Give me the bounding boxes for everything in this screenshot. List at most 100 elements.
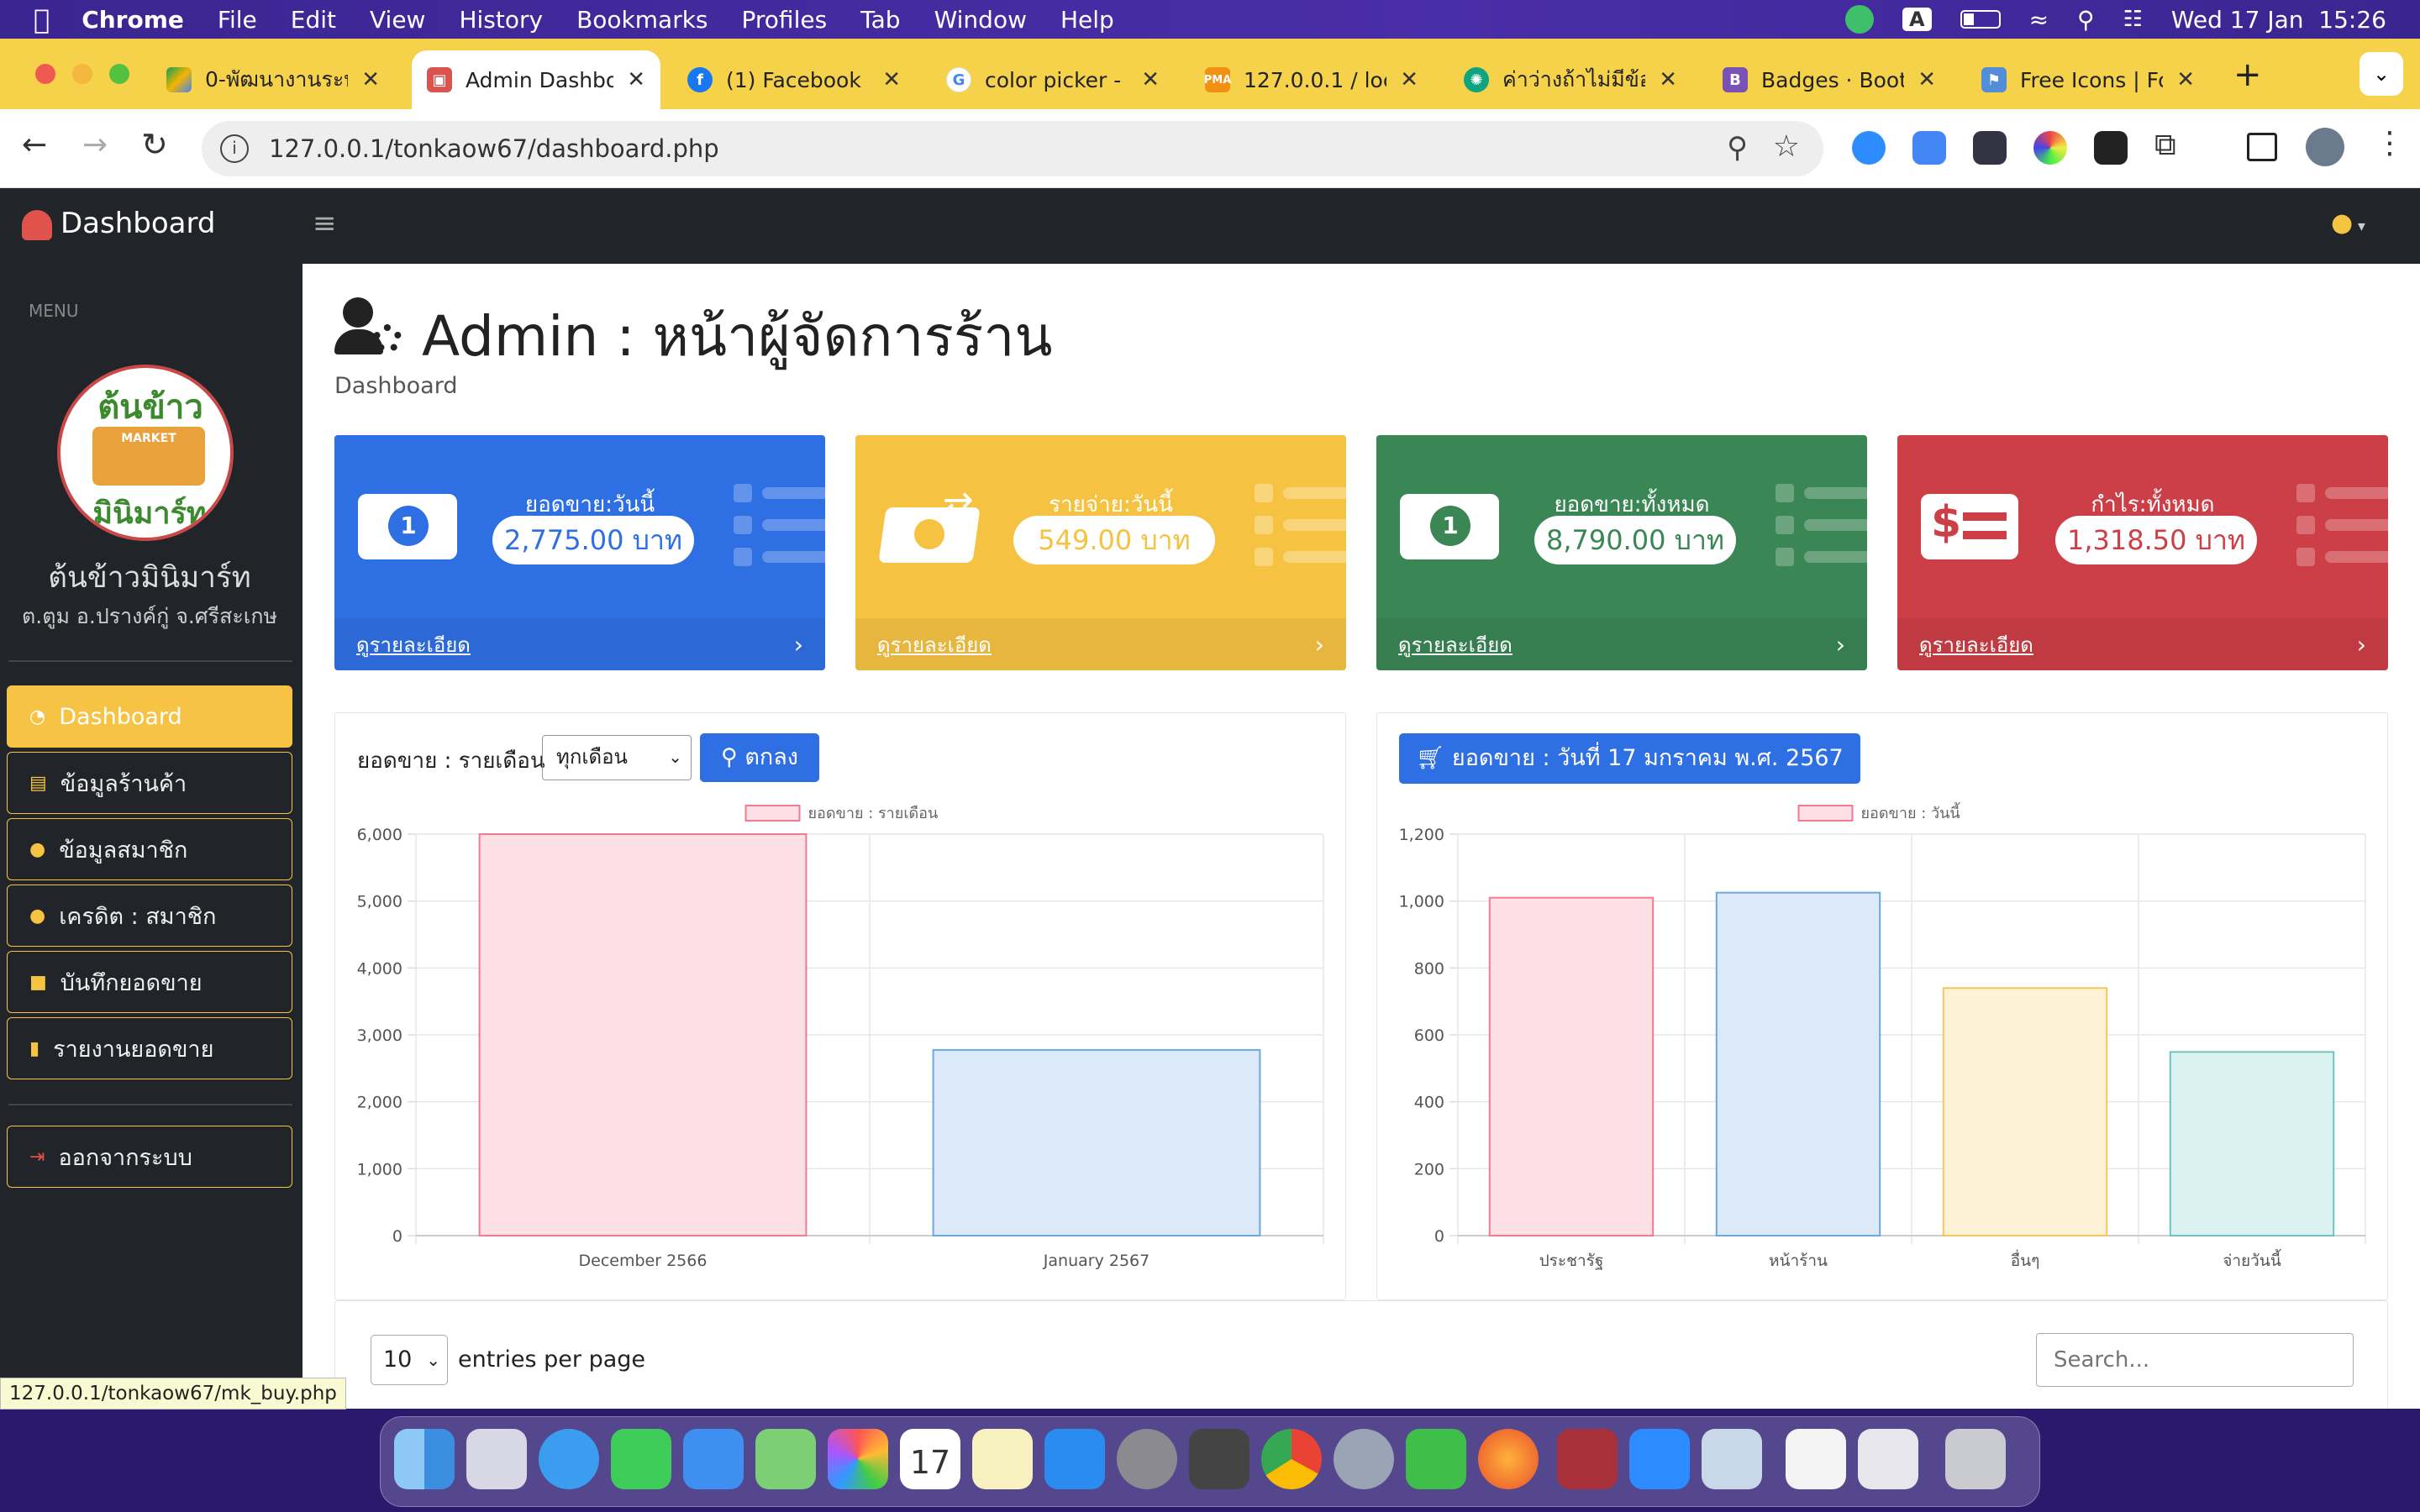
sidebar-item-sales-report[interactable]: ▮ รายงานยอดขาย [7,1017,292,1079]
control-center-icon[interactable]: ☷ [2123,7,2143,32]
sidebar-item-member-credit[interactable]: ● เครดิต : สมาชิก [7,885,292,947]
notes-icon[interactable] [972,1429,1033,1489]
sidebar-item-members[interactable]: ● ข้อมูลสมาชิก [7,818,292,880]
apple-icon[interactable]:  [34,3,50,35]
downloads-stack-icon[interactable] [1858,1429,1918,1489]
close-tab-icon[interactable]: ✕ [1918,67,1936,92]
window-minimize-button[interactable] [72,64,92,84]
address-bar-url[interactable]: 127.0.0.1/tonkaow67/dashboard.php [269,134,719,163]
document-icon[interactable] [1786,1429,1846,1489]
menu-view[interactable]: View [370,6,425,34]
filter-submit-button[interactable]: ⚲ ตกลง [700,733,819,782]
brand-title[interactable]: Dashboard [60,207,215,240]
menu-edit[interactable]: Edit [291,6,336,34]
menu-profiles[interactable]: Profiles [742,6,828,34]
reload-icon[interactable]: ↻ [141,126,168,163]
profile-avatar[interactable] [2306,128,2344,166]
photos-icon[interactable] [828,1429,888,1489]
launchpad-icon[interactable] [466,1429,527,1489]
logout-button[interactable]: ⇥ ออกจากระบบ [7,1126,292,1188]
card-detail-link[interactable]: ดูรายละเอียด › [855,618,1346,670]
extension-icon[interactable] [1973,131,2007,165]
translate-extension-icon[interactable] [1912,131,1946,165]
table-search-input[interactable] [2036,1333,2354,1387]
box-extension-icon[interactable] [2094,131,2128,165]
extensions-puzzle-icon[interactable]: ⧉ [2154,128,2176,163]
sidebar-toggle-icon[interactable]: ≡ [313,207,337,240]
menubar-app-name[interactable]: Chrome [82,6,184,34]
preview-icon[interactable] [1702,1429,1762,1489]
color-picker-extension-icon[interactable] [2033,131,2067,165]
firefox-icon[interactable] [1478,1429,1539,1489]
menu-tab[interactable]: Tab [860,6,900,34]
close-tab-icon[interactable]: ✕ [627,67,645,92]
browser-tab[interactable]: 0-พัฒนางานระบ ✕ [151,50,395,109]
battery-icon[interactable] [1960,10,2001,29]
bookmark-star-icon[interactable]: ☆ [1773,129,1800,164]
new-tab-button[interactable]: + [2233,55,2262,94]
safari-icon[interactable] [539,1429,599,1489]
sidebar-heading: MENU [29,301,79,321]
chrome-menu-icon[interactable]: ⋮ [2375,126,2405,160]
window-close-button[interactable] [35,64,55,84]
close-tab-icon[interactable]: ✕ [361,67,380,92]
month-select[interactable]: ทุกเดือน ⌄ [542,735,692,780]
menu-history[interactable]: History [459,6,543,34]
finder-icon[interactable] [394,1429,455,1489]
browser-tab[interactable]: f (1) Facebook ✕ [672,50,916,109]
calendar-icon[interactable]: 17 [900,1429,960,1489]
line-app-icon[interactable] [1406,1429,1466,1489]
zoom-app-icon[interactable] [1629,1429,1690,1489]
sidebar-item-record-sales[interactable]: ■ บันทึกยอดขาย [7,951,292,1013]
zoom-extension-icon[interactable] [1852,131,1886,165]
dictionary-icon[interactable] [1557,1429,1618,1489]
input-source-badge[interactable]: A [1902,8,1932,31]
close-tab-icon[interactable]: ✕ [1659,67,1677,92]
user-menu-icon[interactable]: ● ▾ [2331,208,2365,238]
close-tab-icon[interactable]: ✕ [1141,67,1160,92]
browser-tab-active[interactable]: ▣ Admin Dashbo ✕ [412,50,660,109]
window-zoom-button[interactable] [109,64,129,84]
page-size-select[interactable]: 10 ⌄ [371,1335,448,1385]
address-bar[interactable]: i 127.0.0.1/tonkaow67/dashboard.php ⚲ ☆ [202,121,1823,176]
messages-icon[interactable] [611,1429,671,1489]
card-detail-link[interactable]: ดูรายละเอียด › [1897,618,2388,670]
app-store-icon[interactable] [1044,1429,1105,1489]
menu-file[interactable]: File [218,6,257,34]
sidebar-item-store-info[interactable]: ▤ ข้อมูลร้านค้า [7,752,292,814]
side-panel-icon[interactable] [2247,133,2277,161]
spotlight-search-icon[interactable]: ⚲ [2077,6,2095,34]
line-status-icon[interactable] [1844,5,1874,34]
close-tab-icon[interactable]: ✕ [1400,67,1418,92]
forward-icon[interactable]: → [82,128,108,162]
mail-icon[interactable] [683,1429,744,1489]
menu-bookmarks[interactable]: Bookmarks [576,6,708,34]
browser-tab[interactable]: PMA 127.0.0.1 / loca ✕ [1190,50,1434,109]
store-icon: ▤ [29,772,47,794]
daily-sales-chart: ยอดขาย : วันนี้ 0 200 400 600 800 1,000 1,200 ปร… [1399,802,2366,1270]
browser-tab[interactable]: G color picker - G ✕ [931,50,1175,109]
browser-tab[interactable]: B Badges · Boots ✕ [1707,50,1951,109]
system-preferences-icon[interactable] [1334,1429,1394,1489]
sidebar-item-dashboard[interactable]: ◔ Dashboard [7,685,292,748]
sublime-text-icon[interactable] [1189,1429,1249,1489]
close-tab-icon[interactable]: ✕ [2176,67,2195,92]
wifi-icon[interactable]: ≈ [2029,6,2049,34]
trash-icon[interactable] [1945,1429,2006,1489]
chrome-icon[interactable] [1261,1429,1322,1489]
system-settings-icon[interactable] [1117,1429,1177,1489]
card-detail-link[interactable]: ดูรายละเอียด › [334,618,825,670]
zoom-icon[interactable]: ⚲ [1727,131,1748,165]
menu-window[interactable]: Window [934,6,1027,34]
cart-icon: 🛒︎ [1416,745,1445,771]
maps-icon[interactable] [755,1429,816,1489]
menu-help[interactable]: Help [1060,6,1114,34]
menubar-clock[interactable]: Wed 17 Jan 15:26 [2171,6,2386,34]
browser-tab[interactable]: ✺ ค่าว่างถ้าไม่มีข้อ ✕ [1449,50,1692,109]
card-detail-link[interactable]: ดูรายละเอียด › [1376,618,1867,670]
tab-search-chevron-icon[interactable]: ⌄ [2360,52,2403,96]
site-info-icon[interactable]: i [220,134,249,163]
close-tab-icon[interactable]: ✕ [882,67,901,92]
browser-tab[interactable]: ⚑ Free Icons | Fo ✕ [1966,50,2210,109]
back-icon[interactable]: ← [22,128,47,162]
